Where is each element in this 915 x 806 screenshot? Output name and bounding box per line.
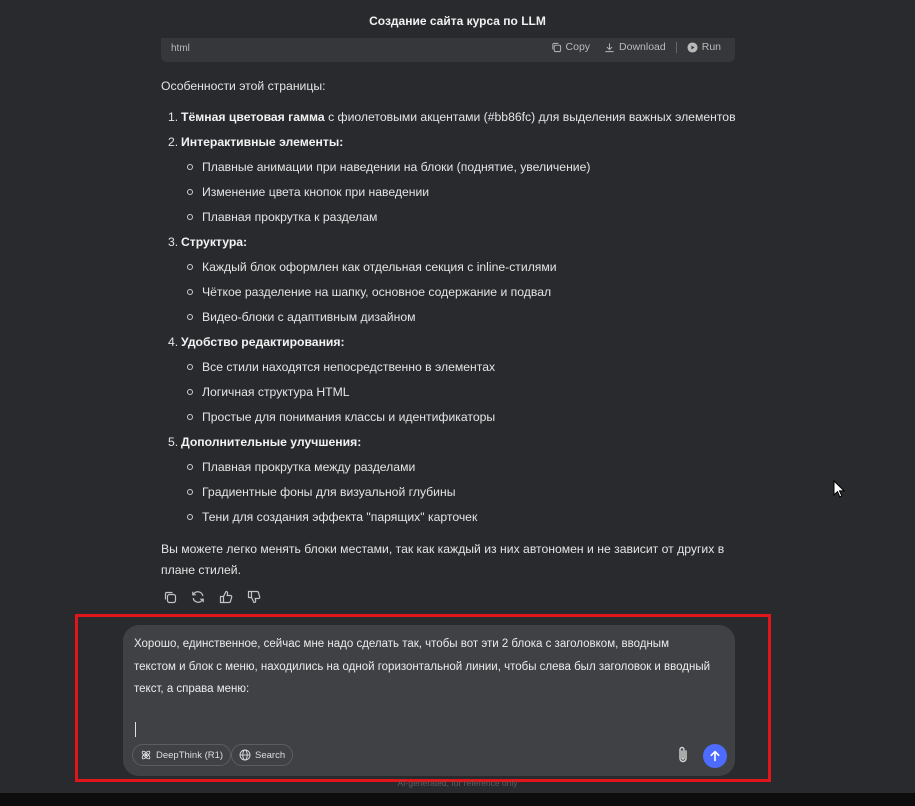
globe-icon (239, 749, 251, 761)
feature-number: 4. (168, 335, 179, 349)
mouse-pointer-icon (833, 480, 845, 498)
copy-icon (164, 591, 177, 604)
code-language-label: html (171, 43, 190, 54)
download-code-button[interactable]: Download (604, 41, 666, 53)
chat-title: Создание сайта курса по LLM (369, 14, 546, 28)
thumbs-down-icon (247, 590, 261, 604)
feature-number: 5. (168, 435, 179, 449)
feature-subitem: Плавная прокрутка между разделами (181, 457, 741, 477)
message-composer[interactable]: Хорошо, единственное, сейчас мне надо сд… (123, 625, 735, 776)
run-icon (687, 41, 698, 53)
feature-subitem: Логичная структура HTML (181, 382, 741, 402)
attach-file-button[interactable] (674, 745, 692, 765)
code-actions: Copy Download Run (551, 41, 721, 53)
deepthink-toggle[interactable]: DeepThink (R1) (132, 744, 232, 766)
feature-heading: Тёмная цветовая гамма (181, 110, 325, 124)
feature-subitem: Простые для понимания классы и идентифик… (181, 407, 741, 427)
download-icon (605, 42, 614, 52)
feature-item: 1. Тёмная цветовая гамма с фиолетовыми а… (161, 107, 741, 127)
run-label: Run (701, 41, 721, 53)
feature-item: 2. Интерактивные элементы: Плавные анима… (161, 132, 741, 227)
feature-heading: Дополнительные улучшения: (181, 435, 362, 449)
feature-subitem: Все стили находятся непосредственно в эл… (181, 357, 741, 377)
paperclip-icon (679, 746, 687, 763)
copy-code-button[interactable]: Copy (551, 41, 591, 53)
bottom-strip (0, 793, 915, 806)
feature-sublist: Все стили находятся непосредственно в эл… (181, 357, 741, 427)
disclaimer-footer: AI-generated, for reference only (397, 778, 518, 788)
run-code-button[interactable]: Run (687, 41, 721, 53)
thumbs-down-button[interactable] (246, 589, 262, 605)
regenerate-button[interactable] (190, 589, 206, 605)
deepthink-label: DeepThink (R1) (156, 749, 224, 761)
features-list: 1. Тёмная цветовая гамма с фиолетовыми а… (161, 107, 741, 532)
feature-sublist: Каждый блок оформлен как отдельная секци… (181, 257, 741, 327)
feature-heading: Удобство редактирования: (181, 335, 345, 349)
feature-subitem: Плавная прокрутка к разделам (181, 207, 741, 227)
answer-intro: Особенности этой страницы: (161, 76, 741, 96)
feature-subitem: Градиентные фоны для визуальной глубины (181, 482, 741, 502)
composer-input-text[interactable]: Хорошо, единственное, сейчас мне надо сд… (134, 633, 714, 701)
feature-number: 3. (168, 235, 179, 249)
copy-message-button[interactable] (162, 589, 178, 605)
feature-item: 3. Структура: Каждый блок оформлен как о… (161, 232, 741, 327)
atom-icon (141, 750, 151, 760)
feature-subitem: Плавные анимации при наведении на блоки … (181, 157, 741, 177)
toolbar-divider (675, 41, 677, 53)
search-toggle[interactable]: Search (231, 744, 294, 766)
send-button[interactable] (703, 744, 727, 768)
regenerate-icon (192, 591, 204, 603)
answer-intro-text: Особенности этой страницы: (161, 79, 326, 93)
feature-number: 2. (168, 135, 179, 149)
feature-subitem: Видео-блоки с адаптивным дизайном (181, 307, 741, 327)
feature-subitem: Каждый блок оформлен как отдельная секци… (181, 257, 741, 277)
feature-subitem: Тени для создания эффекта "парящих" карт… (181, 507, 741, 527)
feature-sublist: Плавные анимации при наведении на блоки … (181, 157, 741, 227)
feature-heading: Структура: (181, 235, 248, 249)
feature-sublist: Плавная прокрутка между разделами Градие… (181, 457, 741, 527)
feature-item: 5. Дополнительные улучшения: Плавная про… (161, 432, 741, 527)
copy-label: Copy (565, 41, 591, 53)
thumbs-up-button[interactable] (218, 589, 234, 605)
search-label: Search (255, 749, 286, 761)
feature-subitem: Чёткое разделение на шапку, основное сод… (181, 282, 741, 302)
feature-item: 4. Удобство редактирования: Все стили на… (161, 332, 741, 427)
answer-outro: Вы можете легко менять блоки местами, та… (161, 542, 725, 577)
feature-heading: Интерактивные элементы: (181, 135, 344, 149)
feature-text: с фиолетовыми акцентами (#bb86fc) для вы… (324, 110, 736, 124)
feature-subitem: Изменение цвета кнопок при наведении (181, 182, 741, 202)
download-label: Download (619, 41, 666, 53)
arrow-up-icon (710, 750, 720, 762)
copy-icon (551, 42, 561, 52)
thumbs-up-icon (219, 590, 233, 604)
text-caret (135, 722, 136, 737)
message-actions (162, 589, 262, 605)
feature-number: 1. (168, 110, 179, 124)
code-block-toolbar: html Copy Download Run (161, 38, 735, 62)
